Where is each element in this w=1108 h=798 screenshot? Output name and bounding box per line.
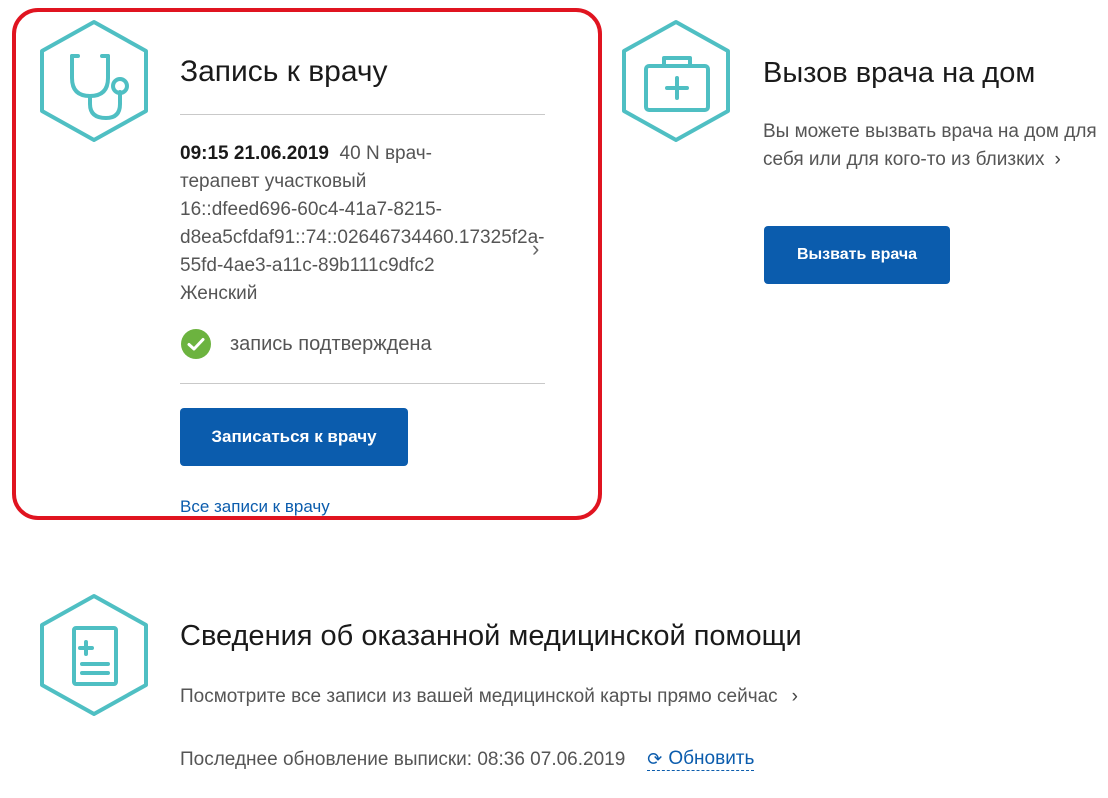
chevron-right-icon[interactable]: › xyxy=(532,236,539,262)
chevron-right-icon: › xyxy=(1054,149,1061,170)
records-description[interactable]: Посмотрите все записи из вашей медицинск… xyxy=(180,686,798,708)
appointment-detail-line: Женский xyxy=(180,283,258,304)
home-visit-description[interactable]: Вы можете вызвать врача на дом для себя … xyxy=(763,118,1108,174)
stethoscope-icon xyxy=(34,16,154,146)
home-visit-title: Вызов врача на дом xyxy=(763,57,1036,89)
call-doctor-button[interactable]: Вызвать врача xyxy=(764,226,950,284)
divider xyxy=(180,383,545,384)
medical-document-icon xyxy=(34,590,154,720)
all-appointments-link[interactable]: Все записи к врачу xyxy=(180,497,330,517)
medical-kit-icon xyxy=(616,16,736,146)
appointment-title: Запись к врачу xyxy=(180,55,388,88)
appointment-detail-line: 40 N врач- xyxy=(339,143,432,164)
appointment-details[interactable]: 09:15 21.06.2019 40 N врач- терапевт уча… xyxy=(180,140,600,308)
last-update: Последнее обновление выписки: 08:36 07.0… xyxy=(180,748,755,771)
book-appointment-button[interactable]: Записаться к врачу xyxy=(180,408,408,466)
status-text: запись подтверждена xyxy=(230,332,432,355)
refresh-link[interactable]: ⟳ Обновить xyxy=(647,748,755,771)
appointment-detail-line: терапевт участковый xyxy=(180,171,367,192)
appointment-detail-line: 16::dfeed696-60c4-41a7-8215- xyxy=(180,199,442,220)
chevron-right-icon: › xyxy=(791,686,798,707)
appointment-status: запись подтверждена xyxy=(180,328,432,360)
records-title: Сведения об оказанной медицинской помощи xyxy=(180,620,802,652)
home-visit-description-text: Вы можете вызвать врача на дом для себя … xyxy=(763,121,1097,170)
records-description-text: Посмотрите все записи из вашей медицинск… xyxy=(180,686,778,707)
appointment-datetime: 09:15 21.06.2019 xyxy=(180,143,329,164)
refresh-label: Обновить xyxy=(668,748,755,769)
refresh-icon: ⟳ xyxy=(647,748,663,769)
last-update-text: Последнее обновление выписки: 08:36 07.0… xyxy=(180,748,626,770)
divider xyxy=(180,114,545,115)
checkmark-circle-icon xyxy=(181,329,211,359)
